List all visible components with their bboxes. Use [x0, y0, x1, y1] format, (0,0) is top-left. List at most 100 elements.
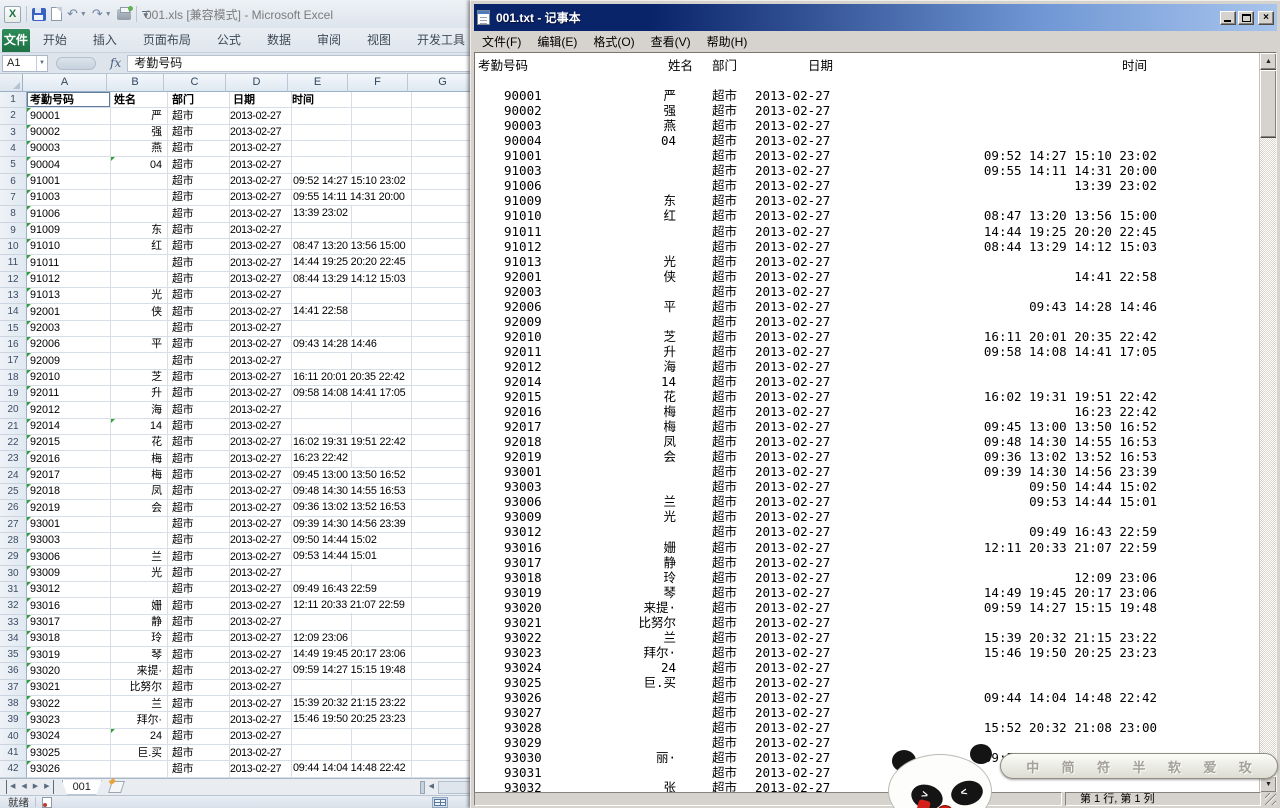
cell-times-overflow[interactable]: 13:39 23:02 [293, 206, 351, 221]
grid-cell[interactable] [292, 288, 352, 304]
grid-cell[interactable] [111, 206, 168, 222]
grid-cell[interactable] [412, 419, 478, 435]
grid-cell[interactable] [292, 223, 352, 239]
grid-cell[interactable]: 超市 [168, 125, 230, 141]
grid-cell[interactable]: 2013-02-27 [230, 745, 292, 761]
grid-cell[interactable]: 会 [111, 500, 168, 516]
grid-cell[interactable] [412, 288, 478, 304]
table-row[interactable]: 3593019琴超市2013-02-2714:49 19:45 20:17 23… [0, 647, 478, 663]
grid-cell[interactable]: 92015 [27, 435, 111, 451]
grid-cell[interactable]: 92016 [27, 451, 111, 467]
column-header-E[interactable]: E [288, 74, 348, 92]
row-header-33[interactable]: 33 [0, 615, 27, 631]
grid-cell[interactable] [412, 337, 478, 353]
grid-cell[interactable] [292, 353, 352, 369]
grid-cell[interactable]: 超市 [168, 566, 230, 582]
cell-times-overflow[interactable]: 12:11 20:33 21:07 22:59 [293, 598, 408, 613]
grid-cell[interactable] [292, 402, 352, 418]
grid-cell[interactable] [292, 729, 352, 745]
grid-cell[interactable]: 2013-02-27 [230, 680, 292, 696]
grid-cell[interactable]: 凤 [111, 484, 168, 500]
grid-cell[interactable]: 90003 [27, 141, 111, 157]
grid-cell[interactable]: 2013-02-27 [230, 533, 292, 549]
grid-cell[interactable]: 2013-02-27 [230, 174, 292, 190]
resize-grip[interactable] [1264, 792, 1277, 806]
table-row[interactable]: 1191011超市2013-02-2714:44 19:25 20:20 22:… [0, 255, 478, 271]
ribbon-tab[interactable]: 开始 [30, 29, 80, 52]
grid-cell[interactable] [352, 223, 412, 239]
row-header-31[interactable]: 31 [0, 582, 27, 598]
grid-cell[interactable]: 2013-02-27 [230, 631, 292, 647]
column-header-A[interactable]: A [23, 74, 107, 92]
row-header-14[interactable]: 14 [0, 304, 27, 320]
grid-cell[interactable] [412, 761, 478, 777]
grid-cell[interactable] [412, 239, 478, 255]
grid-cell[interactable]: 超市 [168, 680, 230, 696]
menu-item[interactable]: 编辑(E) [529, 33, 585, 50]
row-header-11[interactable]: 11 [0, 255, 27, 271]
grid-cell[interactable] [412, 598, 478, 614]
grid-cell[interactable]: 海 [111, 402, 168, 418]
grid-cell[interactable] [352, 402, 412, 418]
grid-cell[interactable]: 2013-02-27 [230, 582, 292, 598]
grid-cell[interactable] [352, 321, 412, 337]
grid-cell[interactable]: 92006 [27, 337, 111, 353]
row-header-39[interactable]: 39 [0, 712, 27, 728]
grid-cell[interactable] [352, 157, 412, 173]
grid-cell[interactable]: 93023 [27, 712, 111, 728]
row-header-40[interactable]: 40 [0, 729, 27, 745]
grid-cell[interactable]: 超市 [168, 174, 230, 190]
grid-cell[interactable]: 超市 [168, 435, 230, 451]
grid-cell[interactable]: 91010 [27, 239, 111, 255]
formula-input[interactable]: 考勤号码 [127, 55, 478, 72]
notepad-text-area[interactable]: 考勤号码姓名部门日期时间90001严超市2013-02-2790002强超市20… [474, 52, 1277, 794]
grid-cell[interactable]: 超市 [168, 206, 230, 222]
grid-cell[interactable]: 超市 [168, 761, 230, 777]
grid-cell[interactable] [412, 745, 478, 761]
grid-cell[interactable]: 91003 [27, 190, 111, 206]
grid-cell[interactable]: 侠 [111, 304, 168, 320]
grid-cell[interactable]: 超市 [168, 239, 230, 255]
grid-cell[interactable] [412, 631, 478, 647]
grid-cell[interactable] [111, 255, 168, 271]
grid-cell[interactable]: 93003 [27, 533, 111, 549]
grid-cell[interactable]: 超市 [168, 157, 230, 173]
grid-cell[interactable]: 超市 [168, 745, 230, 761]
table-row[interactable]: 409302424超市2013-02-27 [0, 729, 478, 745]
grid-cell[interactable]: 超市 [168, 729, 230, 745]
grid-cell[interactable] [352, 92, 412, 108]
grid-cell[interactable]: 超市 [168, 468, 230, 484]
row-header-10[interactable]: 10 [0, 239, 27, 255]
grid-cell[interactable] [292, 108, 352, 124]
grid-cell[interactable] [352, 125, 412, 141]
table-row[interactable]: 3693020来提·超市2013-02-2709:59 14:27 15:15 … [0, 663, 478, 679]
ribbon-tab[interactable]: 页面布局 [130, 29, 204, 52]
grid-cell[interactable]: 14 [111, 419, 168, 435]
grid-cell[interactable]: 91012 [27, 272, 111, 288]
grid-cell[interactable]: 超市 [168, 288, 230, 304]
grid-cell[interactable] [352, 680, 412, 696]
close-button[interactable]: × [1258, 11, 1274, 25]
grid-cell[interactable] [412, 353, 478, 369]
row-header-7[interactable]: 7 [0, 190, 27, 206]
row-header-13[interactable]: 13 [0, 288, 27, 304]
scrollbar-thumb[interactable] [1260, 70, 1277, 138]
cell-times-overflow[interactable]: 16:02 19:31 19:51 22:42 [293, 435, 408, 450]
grid-cell[interactable]: 2013-02-27 [230, 370, 292, 386]
grid-cell[interactable]: 2013-02-27 [230, 615, 292, 631]
grid-cell[interactable]: 93020 [27, 663, 111, 679]
grid-cell[interactable]: 来提· [111, 663, 168, 679]
table-row[interactable]: 1291012超市2013-02-2708:44 13:29 14:12 15:… [0, 272, 478, 288]
next-sheet-button[interactable]: ▶ [30, 780, 41, 794]
grid-cell[interactable]: 超市 [168, 419, 230, 435]
grid-cell[interactable]: 超市 [168, 353, 230, 369]
cell-times-overflow[interactable]: 09:55 14:11 14:31 20:00 [293, 190, 408, 205]
grid-cell[interactable] [412, 549, 478, 565]
grid-cell[interactable]: 兰 [111, 549, 168, 565]
grid-cell[interactable] [292, 745, 352, 761]
grid-cell[interactable]: 92017 [27, 468, 111, 484]
row-header-19[interactable]: 19 [0, 386, 27, 402]
grid-cell[interactable]: 巨.买 [111, 745, 168, 761]
cell-times-overflow[interactable]: 09:44 14:04 14:48 22:42 [293, 761, 408, 776]
grid-cell[interactable]: 玲 [111, 631, 168, 647]
